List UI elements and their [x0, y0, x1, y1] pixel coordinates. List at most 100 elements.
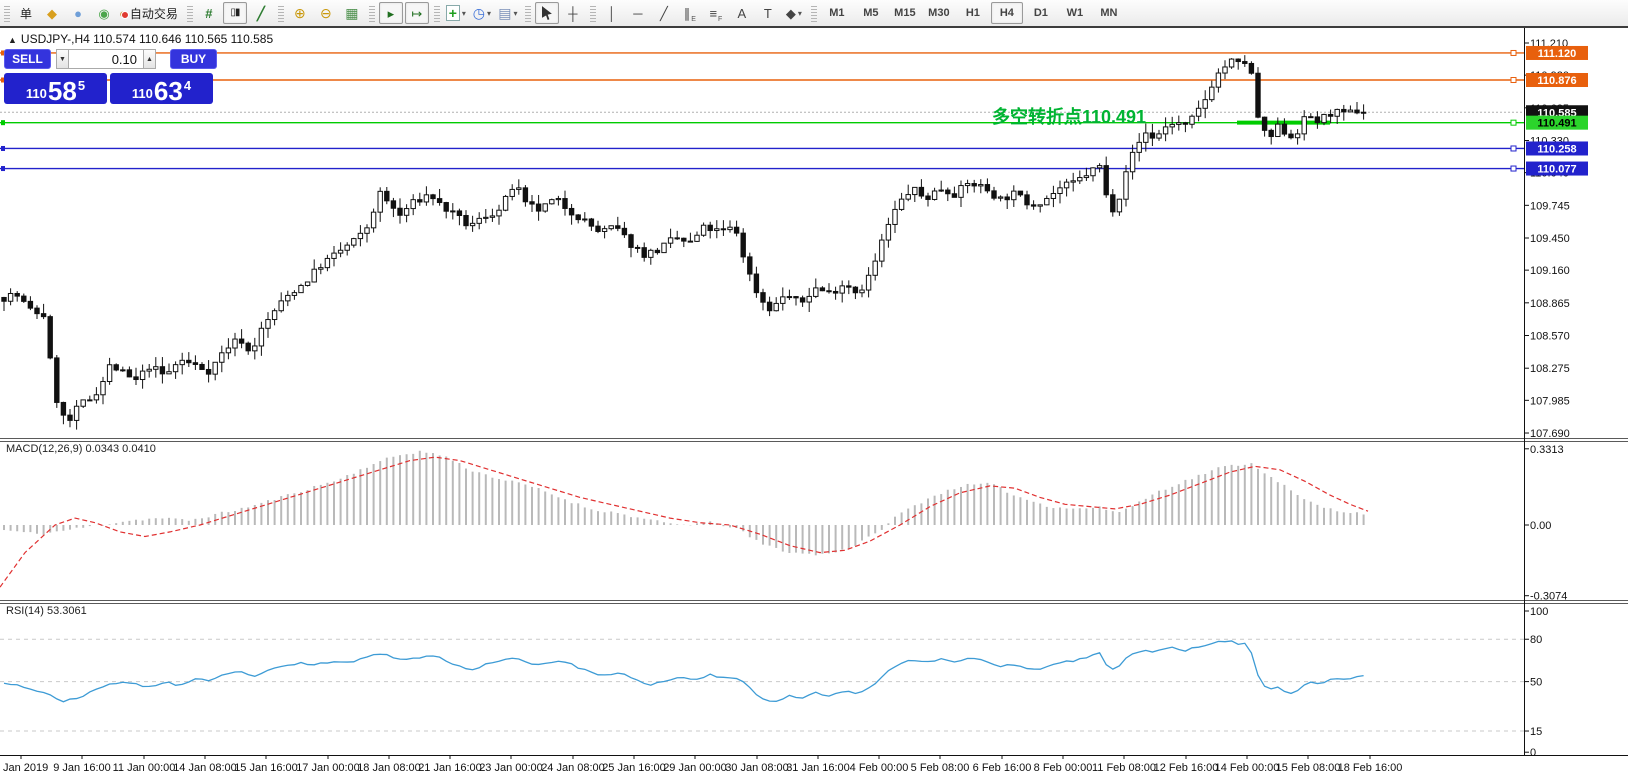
- trendline-button[interactable]: ╱: [652, 2, 676, 24]
- pivot-annotation-text[interactable]: 多空转折点110.491: [992, 103, 1146, 129]
- hline-right-handle[interactable]: [1511, 166, 1516, 171]
- toolbar-grip[interactable]: [434, 4, 440, 22]
- hline-right-handle[interactable]: [1511, 50, 1516, 55]
- news-icon[interactable]: ◉: [92, 2, 116, 24]
- dropdown-arrow-icon[interactable]: ▾: [513, 9, 517, 18]
- time-tick-label: 31 Jan 16:00: [786, 762, 850, 774]
- toolbar-grip[interactable]: [811, 4, 817, 22]
- new-order-button[interactable]: 单: [14, 2, 38, 24]
- indicators-icon: +: [446, 5, 460, 21]
- fibonacci-button[interactable]: ≡F: [704, 2, 728, 24]
- auto-scroll-button[interactable]: ▸: [379, 2, 403, 24]
- horizontal-line-button[interactable]: ─: [626, 2, 650, 24]
- icon-sub-letter: F: [718, 16, 722, 23]
- macd-tick-label: 0.3313: [1530, 444, 1564, 456]
- horizontal-line-icon: ─: [633, 7, 642, 20]
- rsi-tick-label: 15: [1530, 726, 1542, 738]
- time-tick-label: 14 Feb 00:00: [1215, 762, 1280, 774]
- chart-ohlc-header: ▲USDJPY-,H4 110.574 110.646 110.565 110.…: [8, 32, 273, 46]
- timeframe-button-m15[interactable]: M15: [889, 2, 921, 24]
- time-tick-label: 29 Jan 00:00: [663, 762, 727, 774]
- hline-left-handle[interactable]: [1, 146, 5, 151]
- auto-scroll-icon: ▸: [388, 7, 395, 20]
- timeframe-button-h4[interactable]: H4: [991, 2, 1023, 24]
- cursor-button[interactable]: [535, 2, 559, 24]
- chart-shift-button[interactable]: ↦: [405, 2, 429, 24]
- macd-tick-label: -0.3074: [1530, 591, 1567, 603]
- sell-button[interactable]: SELL: [4, 49, 51, 69]
- timeframe-button-h1[interactable]: H1: [957, 2, 989, 24]
- sell-price-pips: 58: [48, 79, 77, 103]
- text-label-button[interactable]: T: [756, 2, 780, 24]
- rsi-tick-label: 100: [1530, 606, 1548, 618]
- price-tick-label: 109.160: [1530, 265, 1570, 277]
- tile-windows-button[interactable]: ▦: [340, 2, 364, 24]
- hline-right-handle[interactable]: [1511, 146, 1516, 151]
- toolbar-grip[interactable]: [4, 4, 10, 22]
- periods-icon: ◷: [473, 6, 485, 20]
- macd-indicator-label: MACD(12,26,9) 0.0343 0.0410: [6, 443, 156, 455]
- ohlc-collapse-icon[interactable]: ▲: [8, 35, 17, 45]
- time-tick-label: 4 Feb 00:00: [850, 762, 909, 774]
- zoom-out-button[interactable]: ⊖: [314, 2, 338, 24]
- price-tick-label: 109.745: [1530, 200, 1570, 212]
- lot-size-input[interactable]: [69, 49, 143, 69]
- zoom-in-button[interactable]: ⊕: [288, 2, 312, 24]
- vertical-line-button[interactable]: │: [600, 2, 624, 24]
- toolbar-grip[interactable]: [187, 4, 193, 22]
- hline-right-handle[interactable]: [1511, 78, 1516, 83]
- candlestick-mode-icon: ▯▮: [230, 8, 239, 18]
- dropdown-arrow-icon[interactable]: ▾: [462, 9, 466, 18]
- lot-decrease-button[interactable]: ▼: [56, 49, 69, 69]
- timeframe-button-d1[interactable]: D1: [1025, 2, 1057, 24]
- autotrading-button[interactable]: ●自动交易: [118, 2, 182, 24]
- buy-price-pips: 63: [154, 79, 183, 103]
- fibonacci-icon: ≡: [709, 7, 717, 20]
- crosshair-button[interactable]: ┼: [561, 2, 585, 24]
- bar-chart-mode-button[interactable]: #: [197, 2, 221, 24]
- price-tick-label: 108.570: [1530, 331, 1570, 343]
- toolbar-grip[interactable]: [278, 4, 284, 22]
- text-label-icon: T: [764, 7, 772, 20]
- hline-left-handle[interactable]: [1, 120, 5, 125]
- candlestick-mode-button[interactable]: ▯▮: [223, 2, 247, 24]
- time-tick-label: 25 Jan 16:00: [602, 762, 666, 774]
- autotrading-icon: ●: [119, 7, 127, 20]
- sell-price-display[interactable]: 110 58 5: [4, 73, 107, 104]
- price-badge-label: 111.120: [1538, 48, 1577, 60]
- community-icon[interactable]: ●: [66, 2, 90, 24]
- lot-increase-button[interactable]: ▲: [143, 49, 156, 69]
- channel-button[interactable]: ∥E: [678, 2, 702, 24]
- dropdown-arrow-icon[interactable]: ▾: [487, 9, 491, 18]
- hline-left-handle[interactable]: [1, 166, 5, 171]
- bar-chart-mode-icon: #: [205, 7, 212, 20]
- autotrading-label: 自动交易: [127, 5, 181, 22]
- toolbar-grip[interactable]: [369, 4, 375, 22]
- line-chart-mode-button[interactable]: ╱: [249, 2, 273, 24]
- toolbar-group: ┼: [521, 0, 586, 26]
- dropdown-arrow-icon[interactable]: ▾: [798, 9, 802, 18]
- timeframe-button-mn[interactable]: MN: [1093, 2, 1125, 24]
- hline-right-handle[interactable]: [1511, 120, 1516, 125]
- timeframe-button-m5[interactable]: M5: [855, 2, 887, 24]
- toolbar-grip[interactable]: [590, 4, 596, 22]
- toolbar-grip[interactable]: [525, 4, 531, 22]
- chart-area[interactable]: 111.210110.920110.625110.330110.040109.7…: [0, 0, 1628, 776]
- tile-windows-icon: ▦: [345, 6, 358, 20]
- price-tick-label: 108.865: [1530, 298, 1570, 310]
- templates-button[interactable]: ▤▾: [496, 2, 520, 24]
- periods-button[interactable]: ◷▾: [470, 2, 494, 24]
- indicators-button[interactable]: +▾: [444, 2, 468, 24]
- time-tick-label: 11 Feb 08:00: [1092, 762, 1156, 774]
- arrows-button[interactable]: ◆▾: [782, 2, 806, 24]
- buy-button[interactable]: BUY: [170, 49, 217, 69]
- history-center-icon[interactable]: ◆: [40, 2, 64, 24]
- sell-price-point: 5: [78, 78, 85, 93]
- time-tick-label: 12 Feb 16:00: [1154, 762, 1219, 774]
- price-tick-label: 107.690: [1530, 428, 1570, 440]
- timeframe-button-w1[interactable]: W1: [1059, 2, 1091, 24]
- timeframe-button-m30[interactable]: M30: [923, 2, 955, 24]
- buy-price-display[interactable]: 110 63 4: [110, 73, 213, 104]
- timeframe-button-m1[interactable]: M1: [821, 2, 853, 24]
- text-button[interactable]: A: [730, 2, 754, 24]
